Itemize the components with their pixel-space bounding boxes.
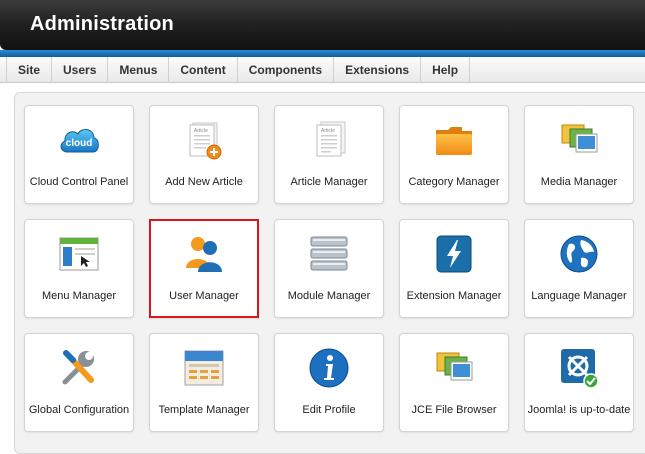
tile-label: Category Manager bbox=[408, 176, 500, 188]
users-icon bbox=[186, 237, 222, 272]
tile-module-manager[interactable]: Module Manager bbox=[274, 219, 384, 318]
tile-menu-manager[interactable]: Menu Manager bbox=[24, 219, 134, 318]
tile-global-configuration[interactable]: Global Configuration bbox=[24, 333, 134, 432]
menu-menus[interactable]: Menus bbox=[108, 57, 170, 83]
cloud-icon: cloud bbox=[60, 129, 99, 153]
folder-icon bbox=[436, 127, 472, 155]
menu-help[interactable]: Help bbox=[421, 57, 471, 83]
menu-window-icon bbox=[59, 237, 99, 271]
tile-jce-file-browser[interactable]: JCE File Browser bbox=[399, 333, 509, 432]
menu-users[interactable]: Users bbox=[52, 57, 109, 83]
tile-label: JCE File Browser bbox=[411, 404, 497, 416]
tile-label: Extension Manager bbox=[406, 290, 502, 302]
tile-label: Joomla! is up-to-date bbox=[527, 404, 631, 416]
file-browser-icon bbox=[436, 352, 473, 381]
tile-user-manager[interactable]: User Manager bbox=[149, 219, 259, 318]
tile-language-manager[interactable]: Language Manager bbox=[524, 219, 634, 318]
template-icon bbox=[184, 350, 224, 386]
tile-media-manager[interactable]: Media Manager bbox=[524, 105, 634, 204]
menu-content[interactable]: Content bbox=[169, 57, 238, 83]
tile-add-new-article[interactable]: Article Add New Article bbox=[149, 105, 259, 204]
tile-label: Menu Manager bbox=[42, 290, 116, 302]
tile-label: Global Configuration bbox=[28, 404, 130, 416]
tile-extension-manager[interactable]: Extension Manager bbox=[399, 219, 509, 318]
admin-header: Administration bbox=[0, 0, 645, 50]
tile-label: Template Manager bbox=[158, 404, 250, 416]
lightning-icon bbox=[436, 235, 472, 273]
tile-template-manager[interactable]: Template Manager bbox=[149, 333, 259, 432]
page-title: Administration bbox=[30, 13, 174, 35]
tile-edit-profile[interactable]: Edit Profile bbox=[274, 333, 384, 432]
tile-article-manager[interactable]: Article Article Manager bbox=[274, 105, 384, 204]
globe-icon bbox=[560, 235, 598, 273]
header-accent-bar bbox=[0, 50, 645, 57]
tile-label: Add New Article bbox=[165, 176, 243, 188]
quick-icons-grid: cloud Cloud Control Panel Article Add Ne… bbox=[24, 105, 634, 432]
menu-site[interactable]: Site bbox=[6, 57, 53, 83]
joomla-check-icon bbox=[561, 349, 599, 389]
article-icon: Article bbox=[316, 121, 346, 157]
cloud-icon-text: cloud bbox=[66, 138, 93, 149]
article-icon-text: Article bbox=[321, 128, 335, 134]
menu-components[interactable]: Components bbox=[238, 57, 335, 83]
tile-label: Module Manager bbox=[287, 290, 371, 302]
info-icon bbox=[309, 348, 349, 388]
main-menu: Site Users Menus Content Components Exte… bbox=[0, 57, 645, 83]
menu-extensions[interactable]: Extensions bbox=[334, 57, 422, 83]
tile-label: Language Manager bbox=[531, 290, 627, 302]
tile-category-manager[interactable]: Category Manager bbox=[399, 105, 509, 204]
add-article-icon: Article bbox=[189, 122, 222, 160]
module-stack-icon bbox=[310, 236, 348, 271]
tile-cloud-control-panel[interactable]: cloud Cloud Control Panel bbox=[24, 105, 134, 204]
media-icon bbox=[561, 124, 598, 153]
tile-joomla-up-to-date[interactable]: Joomla! is up-to-date bbox=[524, 333, 634, 432]
tile-label: Article Manager bbox=[290, 176, 368, 188]
tile-label: User Manager bbox=[169, 290, 239, 302]
article-icon-text: Article bbox=[194, 128, 208, 134]
tile-label: Edit Profile bbox=[302, 404, 356, 416]
tile-label: Cloud Control Panel bbox=[29, 176, 129, 188]
tile-label: Media Manager bbox=[540, 176, 618, 188]
tools-icon bbox=[62, 350, 94, 385]
